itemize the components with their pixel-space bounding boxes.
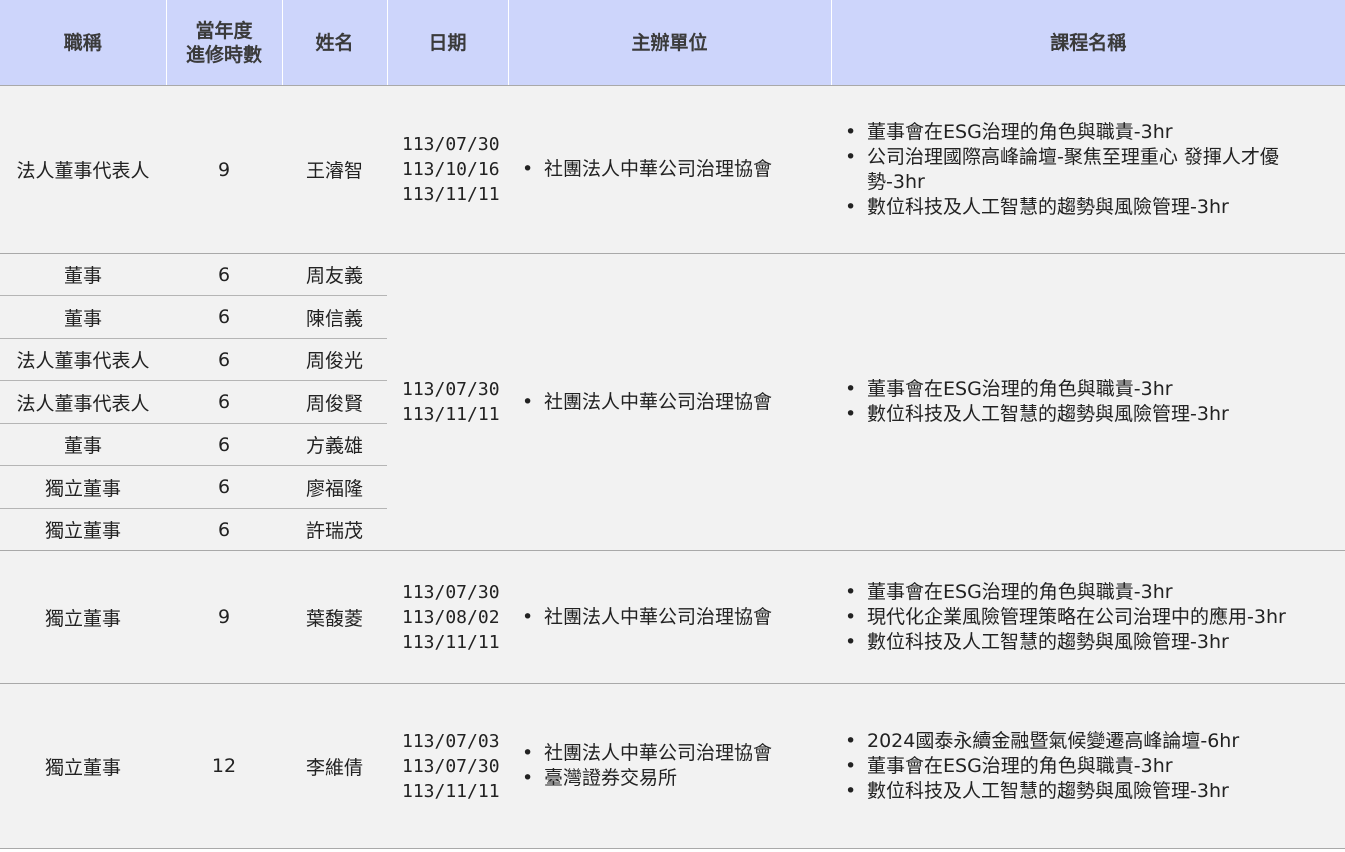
date-item: 113/11/11 <box>402 780 500 802</box>
header-hours-line2: 進修時數 <box>185 43 262 66</box>
date-item: 113/07/03 <box>402 730 500 752</box>
table-row: 獨立董事 9 葉馥菱 113/07/30 113/08/02 113/11/11… <box>0 550 1345 684</box>
organizer-item: 社團法人中華公司治理協會 <box>522 157 831 182</box>
course-item: 董事會在ESG治理的角色與職責-3hr <box>845 754 1333 779</box>
header-row: 職稱 當年度 進修時數 姓名 日期 主辦單位 課程名稱 <box>0 0 1345 86</box>
title-cell: 獨立董事 <box>0 465 166 509</box>
organizer-item: 社團法人中華公司治理協會 <box>522 741 831 766</box>
title-cell: 董事 <box>0 295 166 339</box>
dates-cell: 113/07/03 113/07/30 113/11/11 <box>387 683 508 849</box>
course-item: 董事會在ESG治理的角色與職責-3hr <box>845 377 1333 402</box>
organizer-cell: 社團法人中華公司治理協會 臺灣證券交易所 <box>508 683 831 849</box>
title-cell: 法人董事代表人 <box>0 85 166 254</box>
hours-cell: 9 <box>166 85 282 254</box>
course-item: 現代化企業風險管理策略在公司治理中的應用-3hr <box>845 605 1333 630</box>
name-cell: 方義雄 <box>282 423 387 466</box>
title-cell: 獨立董事 <box>0 508 166 551</box>
organizer-cell: 社團法人中華公司治理協會 <box>508 253 831 551</box>
table-row: 法人董事代表人 9 王濬智 113/07/30 113/10/16 113/11… <box>0 85 1345 254</box>
date-item: 113/11/11 <box>402 631 500 653</box>
table-row: 獨立董事 12 李維倩 113/07/03 113/07/30 113/11/1… <box>0 683 1345 849</box>
training-table: 職稱 當年度 進修時數 姓名 日期 主辦單位 課程名稱 法人董事代表人 9 王濬… <box>0 0 1345 849</box>
header-date: 日期 <box>387 0 509 86</box>
header-hours-line1: 當年度 <box>195 19 253 42</box>
hours-cell: 12 <box>166 683 282 849</box>
hours-cell: 6 <box>166 253 282 296</box>
hours-cell: 9 <box>166 550 282 684</box>
name-cell: 周俊賢 <box>282 380 387 424</box>
dates-cell: 113/07/30 113/11/11 <box>387 253 508 551</box>
hours-cell: 6 <box>166 338 282 381</box>
name-cell: 葉馥菱 <box>282 550 387 684</box>
table-row: 董事 6 周友義 113/07/30 113/11/11 社團法人中華公司治理協… <box>0 253 1345 551</box>
name-cell: 李維倩 <box>282 683 387 849</box>
title-cell: 獨立董事 <box>0 550 166 684</box>
course-item: 數位科技及人工智慧的趨勢與風險管理-3hr <box>845 402 1333 427</box>
date-item: 113/07/30 <box>402 379 500 400</box>
hours-cell: 6 <box>166 295 282 339</box>
organizer-cell: 社團法人中華公司治理協會 <box>508 550 831 684</box>
hours-cell: 6 <box>166 423 282 466</box>
name-cell: 廖福隆 <box>282 465 387 509</box>
hours-cell: 6 <box>166 465 282 509</box>
header-name: 姓名 <box>282 0 388 86</box>
date-item: 113/11/11 <box>402 404 500 425</box>
course-item: 數位科技及人工智慧的趨勢與風險管理-3hr <box>845 195 1333 220</box>
hours-cell: 6 <box>166 508 282 551</box>
course-item: 董事會在ESG治理的角色與職責-3hr <box>845 120 1333 145</box>
organizer-item: 社團法人中華公司治理協會 <box>522 390 831 415</box>
header-course: 課程名稱 <box>831 0 1345 86</box>
name-cell: 周俊光 <box>282 338 387 381</box>
organizer-cell: 社團法人中華公司治理協會 <box>508 85 831 254</box>
date-item: 113/07/30 <box>402 755 500 777</box>
title-cell: 董事 <box>0 253 166 296</box>
course-item: 數位科技及人工智慧的趨勢與風險管理-3hr <box>845 630 1333 655</box>
date-item: 113/11/11 <box>402 184 500 205</box>
title-cell: 獨立董事 <box>0 683 166 849</box>
course-cell: 董事會在ESG治理的角色與職責-3hr 公司治理國際高峰論壇-聚焦至理重心 發揮… <box>831 85 1345 254</box>
title-cell: 法人董事代表人 <box>0 380 166 424</box>
date-item: 113/08/02 <box>402 606 500 628</box>
name-cell: 王濬智 <box>282 85 387 254</box>
name-cell: 陳信義 <box>282 295 387 339</box>
title-cell: 董事 <box>0 423 166 466</box>
course-item: 2024國泰永續金融暨氣候變遷高峰論壇-6hr <box>845 729 1333 754</box>
date-item: 113/07/30 <box>402 581 500 603</box>
dates-cell: 113/07/30 113/10/16 113/11/11 <box>387 85 508 254</box>
hours-cell: 6 <box>166 380 282 424</box>
course-item: 董事會在ESG治理的角色與職責-3hr <box>845 580 1333 605</box>
course-cell: 2024國泰永續金融暨氣候變遷高峰論壇-6hr 董事會在ESG治理的角色與職責-… <box>831 683 1345 849</box>
course-cell: 董事會在ESG治理的角色與職責-3hr 數位科技及人工智慧的趨勢與風險管理-3h… <box>831 253 1345 551</box>
course-item: 數位科技及人工智慧的趨勢與風險管理-3hr <box>845 779 1333 804</box>
dates-cell: 113/07/30 113/08/02 113/11/11 <box>387 550 508 684</box>
organizer-item: 社團法人中華公司治理協會 <box>522 605 831 630</box>
header-title: 職稱 <box>0 0 167 86</box>
date-item: 113/07/30 <box>402 134 500 155</box>
organizer-item: 臺灣證券交易所 <box>522 766 831 791</box>
header-organizer: 主辦單位 <box>508 0 832 86</box>
name-cell: 許瑞茂 <box>282 508 387 551</box>
header-hours: 當年度 進修時數 <box>166 0 283 86</box>
date-item: 113/10/16 <box>402 159 500 180</box>
course-cell: 董事會在ESG治理的角色與職責-3hr 現代化企業風險管理策略在公司治理中的應用… <box>831 550 1345 684</box>
course-item: 公司治理國際高峰論壇-聚焦至理重心 發揮人才優勢-3hr <box>845 145 1333 195</box>
name-cell: 周友義 <box>282 253 387 296</box>
title-cell: 法人董事代表人 <box>0 338 166 381</box>
